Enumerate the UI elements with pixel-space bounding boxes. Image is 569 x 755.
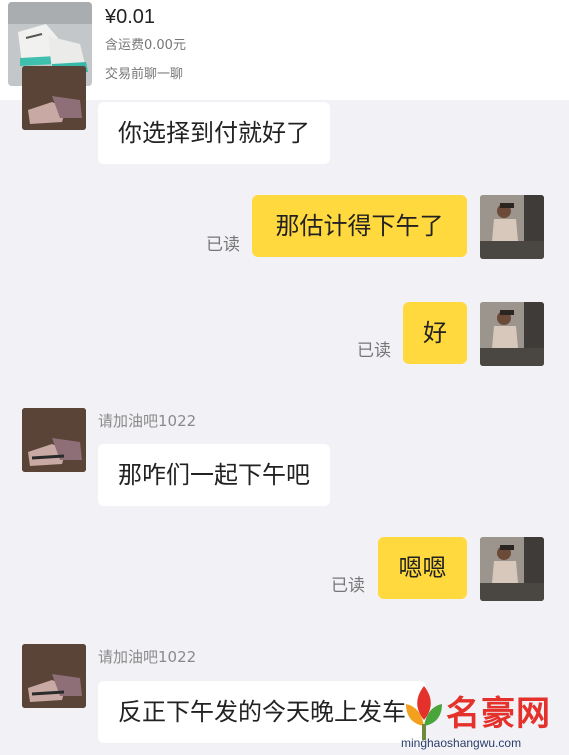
my-avatar[interactable] bbox=[480, 195, 544, 259]
product-price: ¥0.01 bbox=[105, 6, 156, 28]
my-avatar[interactable] bbox=[480, 302, 544, 366]
watermark-name: 名豪网 bbox=[446, 694, 551, 734]
sender-avatar[interactable] bbox=[22, 408, 86, 472]
watermark-url: minghaoshangwu.com bbox=[401, 736, 522, 750]
message-bubble-incoming[interactable]: 反正下午发的今天晚上发车 bbox=[98, 681, 426, 743]
watermark-logo-icon bbox=[406, 686, 442, 740]
sender-avatar[interactable] bbox=[22, 66, 86, 130]
read-status: 已读 bbox=[357, 341, 391, 361]
shipping-fee: 含运费0.00元 bbox=[105, 38, 186, 53]
read-status: 已读 bbox=[331, 576, 365, 596]
my-avatar[interactable] bbox=[480, 537, 544, 601]
read-status: 已读 bbox=[206, 235, 240, 255]
message-bubble-outgoing[interactable]: 嗯嗯 bbox=[378, 537, 467, 599]
pre-trade-chat-label: 交易前聊一聊 bbox=[105, 67, 184, 82]
message-bubble-outgoing[interactable]: 那估计得下午了 bbox=[252, 195, 467, 257]
sender-name: 请加油吧1022 bbox=[98, 412, 197, 430]
message-bubble-incoming[interactable]: 你选择到付就好了 bbox=[98, 102, 330, 164]
message-bubble-outgoing[interactable]: 好 bbox=[403, 302, 467, 364]
sender-avatar[interactable] bbox=[22, 644, 86, 708]
sender-name: 请加油吧1022 bbox=[98, 648, 197, 666]
site-watermark: 名豪网 minghaoshangwu.com bbox=[398, 678, 569, 755]
message-bubble-incoming[interactable]: 那咋们一起下午吧 bbox=[98, 444, 330, 506]
